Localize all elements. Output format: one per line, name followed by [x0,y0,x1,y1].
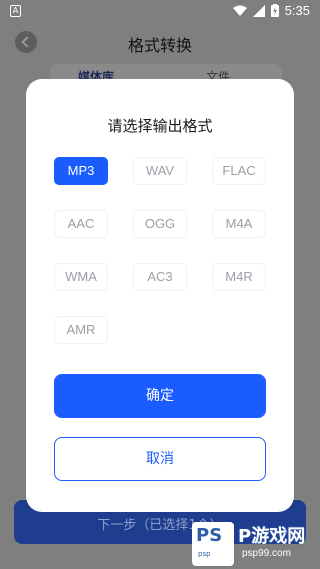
watermark-site-name: P游戏网 [238,526,306,547]
format-option-m4a[interactable]: M4A [212,210,266,238]
status-bar: A 5:35 [0,0,320,24]
site-watermark: PS psp P游戏网 psp99.com [192,522,316,566]
watermark-logo: PS psp [192,522,234,566]
watermark-logo-sub: psp [198,550,211,558]
format-option-m4r[interactable]: M4R [212,263,266,291]
format-option-ac3[interactable]: AC3 [133,263,187,291]
notification-a-icon: A [10,5,21,17]
signal-icon [252,4,265,17]
battery-charging-icon [270,4,279,17]
format-option-wav[interactable]: WAV [133,157,187,185]
format-option-flac[interactable]: FLAC [212,157,266,185]
watermark-url: psp99.com [242,548,291,559]
format-option-ogg[interactable]: OGG [133,210,187,238]
format-option-wma[interactable]: WMA [54,263,108,291]
status-time: 5:35 [284,3,310,18]
cancel-button[interactable]: 取消 [54,437,266,481]
format-option-mp3[interactable]: MP3 [54,157,108,185]
page-header: 格式转换 [0,24,320,64]
format-select-dialog: 请选择输出格式 MP3 WAV FLAC AAC OGG M4A WMA AC3… [26,79,294,512]
format-option-aac[interactable]: AAC [54,210,108,238]
watermark-logo-text: PS [196,525,223,546]
wifi-icon [232,5,247,17]
dialog-title: 请选择输出格式 [107,117,213,135]
page-title: 格式转换 [127,36,192,55]
confirm-button[interactable]: 确定 [54,374,266,418]
format-option-amr[interactable]: AMR [54,316,108,344]
